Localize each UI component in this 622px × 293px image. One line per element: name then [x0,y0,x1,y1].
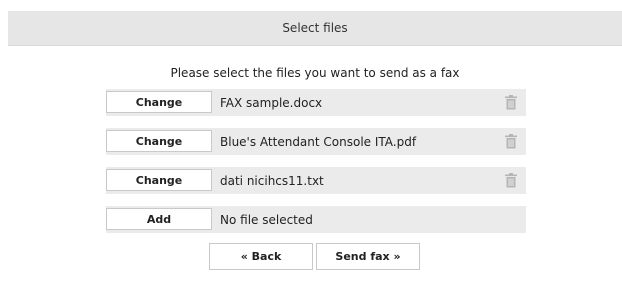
file-row: Change Blue's Attendant Console ITA.pdf [106,128,526,155]
change-file-button[interactable]: Change [106,169,212,191]
trash-icon[interactable] [504,134,518,149]
panel-title: Select files [282,21,348,35]
send-fax-button[interactable]: Send fax » [316,243,420,270]
select-files-panel: Select files Please select the files you… [8,11,622,293]
instructions-text: Please select the files you want to send… [170,66,460,80]
change-file-button[interactable]: Change [106,91,212,113]
file-name: FAX sample.docx [220,95,323,110]
file-name: dati nicihcs11.txt [220,173,324,188]
file-name: Blue's Attendant Console ITA.pdf [220,134,417,149]
panel-header: Select files [8,11,622,46]
trash-icon[interactable] [504,173,518,188]
add-file-row: Add No file selected [106,206,526,233]
change-file-button[interactable]: Change [106,130,212,152]
no-file-status: No file selected [220,212,313,227]
file-row: Change FAX sample.docx [106,89,526,116]
add-file-button[interactable]: Add [106,208,212,230]
trash-icon[interactable] [504,95,518,110]
file-row: Change dati nicihcs11.txt [106,167,526,194]
back-button[interactable]: « Back [209,243,313,270]
